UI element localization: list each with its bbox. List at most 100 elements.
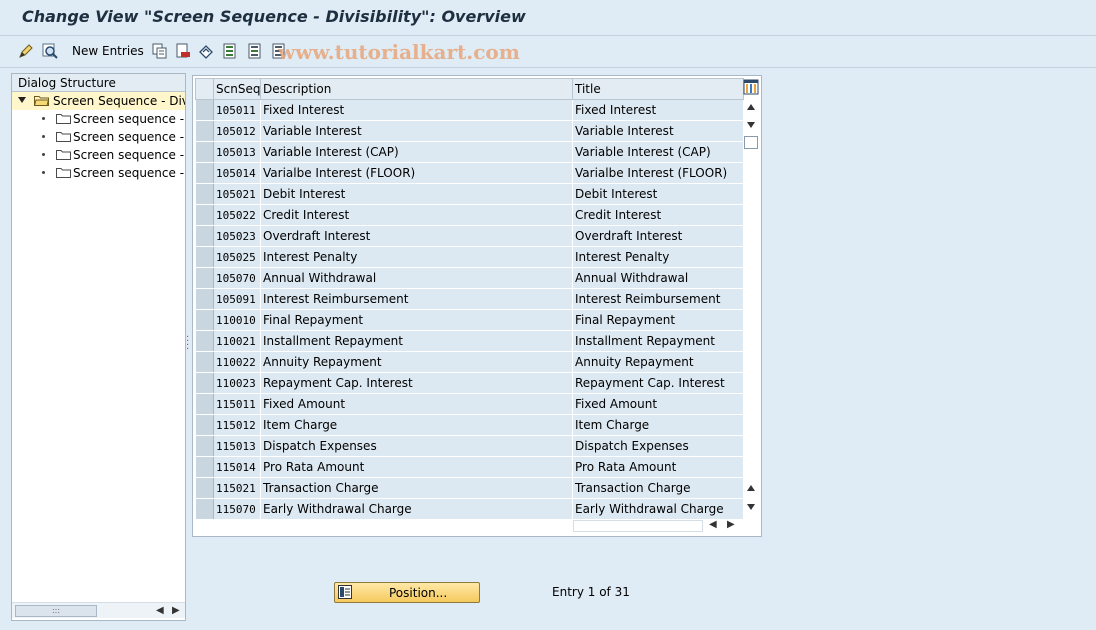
cell-title[interactable]: Fixed Amount <box>572 393 744 415</box>
cell-scnseq[interactable]: 105011 <box>213 99 261 121</box>
cell-title[interactable]: Variable Interest <box>572 120 744 142</box>
row-selector[interactable] <box>195 456 214 478</box>
cell-scnseq[interactable]: 105013 <box>213 141 261 163</box>
cell-scnseq[interactable]: 105023 <box>213 225 261 247</box>
undo-icon[interactable] <box>198 43 214 59</box>
copy-icon[interactable] <box>152 43 168 59</box>
row-selector[interactable] <box>195 267 214 289</box>
scroll-down-icon[interactable] <box>747 504 755 510</box>
scroll-up-icon[interactable] <box>747 104 755 110</box>
table-row[interactable]: 105014 Varialbe Interest (FLOOR) Varialbe … <box>195 162 744 184</box>
table-horizontal-scrollbar[interactable]: ◀ ▶ <box>573 518 743 534</box>
row-selector[interactable] <box>195 183 214 205</box>
scrollbar-thumb[interactable] <box>744 136 758 149</box>
table-row[interactable]: 110021 Installment Repayment Installment R… <box>195 330 744 352</box>
column-header-description[interactable]: Description <box>260 78 573 100</box>
row-selector[interactable] <box>195 372 214 394</box>
panel-splitter-handle[interactable]: · · · · <box>186 333 190 355</box>
row-selector[interactable] <box>195 393 214 415</box>
cell-description[interactable]: Transaction Charge <box>260 477 573 499</box>
row-selector[interactable] <box>195 120 214 142</box>
row-selector[interactable] <box>195 225 214 247</box>
table-row[interactable]: 115012 Item Charge Item Charge <box>195 414 744 436</box>
cell-title[interactable]: Annual Withdrawal <box>572 267 744 289</box>
cell-scnseq[interactable]: 115012 <box>213 414 261 436</box>
select-block-icon[interactable] <box>247 43 263 59</box>
cell-description[interactable]: Dispatch Expenses <box>260 435 573 457</box>
cell-title[interactable]: Installment Repayment <box>572 330 744 352</box>
row-selector[interactable] <box>195 99 214 121</box>
cell-scnseq[interactable]: 110022 <box>213 351 261 373</box>
scrollbar-thumb[interactable]: ::: <box>15 605 97 617</box>
cell-description[interactable]: Final Repayment <box>260 309 573 331</box>
cell-scnseq[interactable]: 115011 <box>213 393 261 415</box>
cell-description[interactable]: Installment Repayment <box>260 330 573 352</box>
table-row[interactable]: 115070 Early Withdrawal Charge Early Withd… <box>195 498 744 520</box>
row-selector[interactable] <box>195 498 214 520</box>
find-icon[interactable] <box>42 43 58 59</box>
cell-description[interactable]: Repayment Cap. Interest <box>260 372 573 394</box>
table-row[interactable]: 105021 Debit Interest Debit Interest <box>195 183 744 205</box>
row-selector[interactable] <box>195 204 214 226</box>
cell-description[interactable]: Pro Rata Amount <box>260 456 573 478</box>
cell-description[interactable]: Early Withdrawal Charge <box>260 498 573 520</box>
cell-description[interactable]: Annuity Repayment <box>260 351 573 373</box>
table-row[interactable]: 105022 Credit Interest Credit Interest <box>195 204 744 226</box>
position-button[interactable]: Position... <box>334 582 480 603</box>
delete-icon[interactable] <box>175 43 191 59</box>
cell-description[interactable]: Fixed Interest <box>260 99 573 121</box>
cell-scnseq[interactable]: 105012 <box>213 120 261 142</box>
cell-title[interactable]: Item Charge <box>572 414 744 436</box>
table-row[interactable]: 115013 Dispatch Expenses Dispatch Expenses <box>195 435 744 457</box>
cell-scnseq[interactable]: 115070 <box>213 498 261 520</box>
table-row[interactable]: 115011 Fixed Amount Fixed Amount <box>195 393 744 415</box>
cell-description[interactable]: Interest Reimbursement <box>260 288 573 310</box>
scroll-right-icon[interactable]: ▶ <box>727 519 735 530</box>
select-all-cell[interactable] <box>195 78 214 100</box>
tree-node-child[interactable]: Screen sequence -> <box>12 146 185 164</box>
tree-node-child[interactable]: Screen sequence -> <box>12 110 185 128</box>
table-row[interactable]: 105012 Variable Interest Variable Interest <box>195 120 744 142</box>
scroll-left-icon[interactable]: ◀ <box>156 605 164 616</box>
tree-node-child[interactable]: Screen sequence -> <box>12 164 185 182</box>
table-row[interactable]: 115021 Transaction Charge Transaction Char… <box>195 477 744 499</box>
column-header-scnseq[interactable]: ScnSeq <box>213 78 261 100</box>
scrollbar-track[interactable] <box>573 520 703 532</box>
cell-scnseq[interactable]: 105025 <box>213 246 261 268</box>
cell-title[interactable]: Repayment Cap. Interest <box>572 372 744 394</box>
cell-description[interactable]: Annual Withdrawal <box>260 267 573 289</box>
row-selector[interactable] <box>195 246 214 268</box>
cell-description[interactable]: Debit Interest <box>260 183 573 205</box>
table-row[interactable]: 110022 Annuity Repayment Annuity Repayment <box>195 351 744 373</box>
cell-title[interactable]: Final Repayment <box>572 309 744 331</box>
cell-description[interactable]: Item Charge <box>260 414 573 436</box>
cell-title[interactable]: Variable Interest (CAP) <box>572 141 744 163</box>
row-selector[interactable] <box>195 435 214 457</box>
cell-scnseq[interactable]: 105022 <box>213 204 261 226</box>
row-selector[interactable] <box>195 351 214 373</box>
select-all-icon[interactable] <box>222 43 238 59</box>
cell-description[interactable]: Varialbe Interest (FLOOR) <box>260 162 573 184</box>
cell-title[interactable]: Interest Reimbursement <box>572 288 744 310</box>
scroll-left-icon[interactable]: ◀ <box>709 519 717 530</box>
cell-description[interactable]: Overdraft Interest <box>260 225 573 247</box>
row-selector[interactable] <box>195 141 214 163</box>
cell-description[interactable]: Variable Interest <box>260 120 573 142</box>
table-row[interactable]: 105011 Fixed Interest Fixed Interest <box>195 99 744 121</box>
column-header-title[interactable]: Title <box>572 78 744 100</box>
cell-title[interactable]: Pro Rata Amount <box>572 456 744 478</box>
cell-title[interactable]: Fixed Interest <box>572 99 744 121</box>
row-selector[interactable] <box>195 309 214 331</box>
cell-scnseq[interactable]: 105021 <box>213 183 261 205</box>
cell-title[interactable]: Credit Interest <box>572 204 744 226</box>
dialog-horizontal-scrollbar[interactable]: ::: ◀ ▶ <box>12 602 185 618</box>
cell-title[interactable]: Dispatch Expenses <box>572 435 744 457</box>
tree-node-root[interactable]: Screen Sequence - Divis <box>12 92 185 110</box>
row-selector[interactable] <box>195 288 214 310</box>
cell-description[interactable]: Fixed Amount <box>260 393 573 415</box>
table-row[interactable]: 110023 Repayment Cap. Interest Repayment C… <box>195 372 744 394</box>
cell-title[interactable]: Annuity Repayment <box>572 351 744 373</box>
cell-scnseq[interactable]: 110021 <box>213 330 261 352</box>
cell-title[interactable]: Debit Interest <box>572 183 744 205</box>
row-selector[interactable] <box>195 414 214 436</box>
